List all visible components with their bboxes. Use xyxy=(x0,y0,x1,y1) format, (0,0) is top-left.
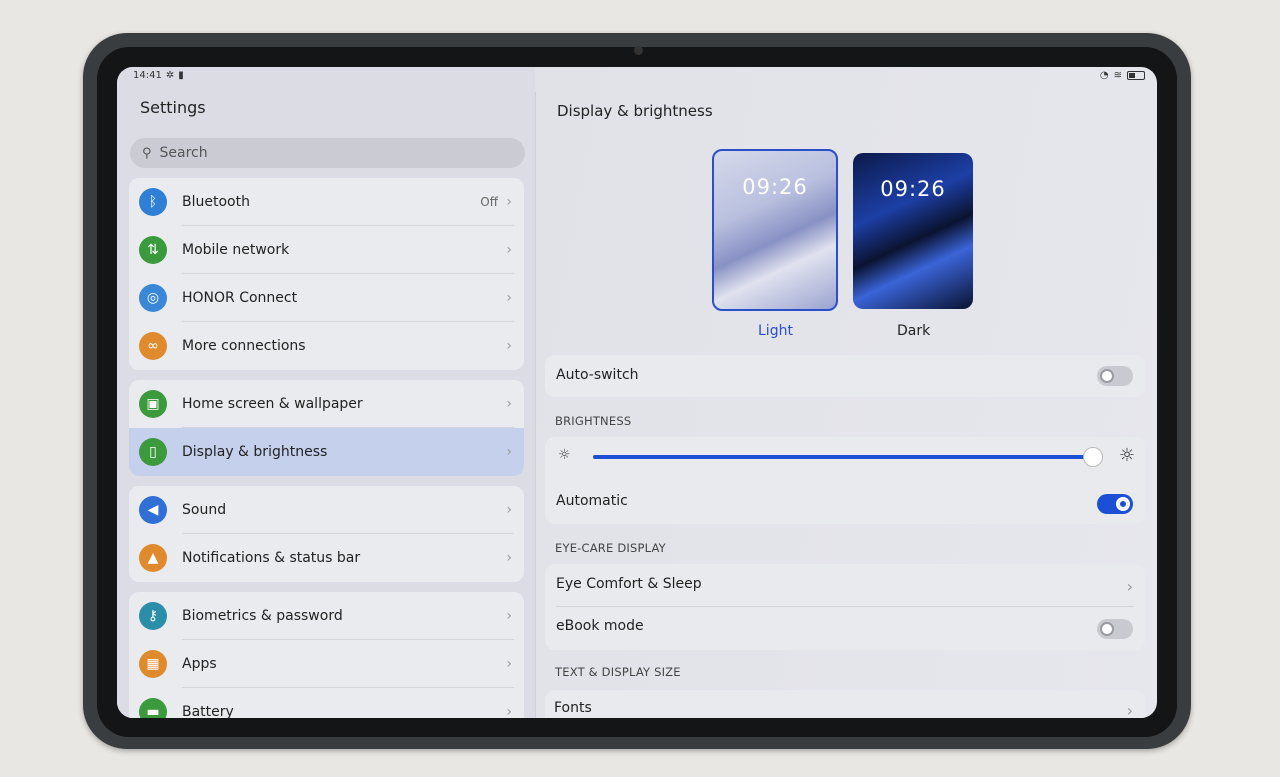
sun-small-icon: ☼ xyxy=(558,447,571,463)
sidebar-item-home-screen-wallpaper[interactable]: ▣ Home screen & wallpaper › xyxy=(129,380,524,428)
sidebar-title: Settings xyxy=(140,98,206,117)
brightness-slider[interactable] xyxy=(593,447,1103,467)
auto-switch-row[interactable]: Auto-switch xyxy=(545,355,1145,397)
sidebar-item-label: Display & brightness xyxy=(182,444,328,460)
settings-group: ◀ Sound › ▲ Notifications & status bar › xyxy=(129,486,524,582)
chevron-right-icon: › xyxy=(506,194,512,210)
ebook-mode-label: eBook mode xyxy=(556,618,644,634)
sidebar-item-label: Battery xyxy=(182,704,234,718)
speaker-icon: ◀ xyxy=(139,496,167,524)
chevron-right-icon: › xyxy=(1126,701,1133,718)
sidebar-item-notifications-status-bar[interactable]: ▲ Notifications & status bar › xyxy=(129,534,524,582)
theme-dark-label[interactable]: Dark xyxy=(897,323,930,339)
chevron-right-icon: › xyxy=(506,396,512,412)
ebook-mode-toggle[interactable] xyxy=(1097,619,1133,639)
automatic-brightness-toggle[interactable] xyxy=(1097,494,1133,514)
chevron-right-icon: › xyxy=(506,550,512,566)
front-camera xyxy=(634,46,643,55)
sidebar-item-label: Bluetooth xyxy=(182,194,250,210)
status-bar-right: ◔ ≋ xyxy=(1100,70,1145,81)
speed-icon: ◔ xyxy=(1099,70,1109,81)
sun-large-icon: ☼ xyxy=(1118,445,1135,466)
sidebar-item-label: Notifications & status bar xyxy=(182,550,361,566)
search-placeholder: Search xyxy=(159,145,208,161)
wallpaper-icon: ▣ xyxy=(139,390,167,418)
chevron-right-icon: › xyxy=(506,656,512,672)
text-size-section-label: TEXT & DISPLAY SIZE xyxy=(555,665,681,679)
mobile-data-icon: ⇅ xyxy=(139,236,167,264)
chevron-right-icon: › xyxy=(506,502,512,518)
theme-light-label[interactable]: Light xyxy=(758,323,793,339)
eye-comfort-label: Eye Comfort & Sleep xyxy=(556,576,702,592)
chevron-right-icon: › xyxy=(506,608,512,624)
sidebar-item-sound[interactable]: ◀ Sound › xyxy=(129,486,524,534)
sidebar-item-label: Biometrics & password xyxy=(182,608,343,624)
sidebar-item-display-brightness[interactable]: ▯ Display & brightness › xyxy=(129,428,524,476)
sidebar-item-label: Home screen & wallpaper xyxy=(182,396,363,412)
chevron-right-icon: › xyxy=(506,338,512,354)
bluetooth-icon: ᛒ xyxy=(139,188,167,216)
brightness-slider-handle[interactable] xyxy=(1083,447,1103,467)
sidebar-item-label: Sound xyxy=(182,502,227,518)
chevron-right-icon: › xyxy=(506,704,512,718)
bell-icon: ▲ xyxy=(139,544,167,572)
chevron-right-icon: › xyxy=(506,290,512,306)
chevron-right-icon: › xyxy=(506,444,512,460)
sidebar-item-bluetooth[interactable]: ᛒ Bluetooth Off › xyxy=(129,178,524,226)
chevron-right-icon: › xyxy=(1126,577,1133,596)
sidebar-item-label: More connections xyxy=(182,338,306,354)
settings-group: ▣ Home screen & wallpaper › ▯ Display & brig… xyxy=(129,380,524,476)
chevron-right-icon: › xyxy=(506,242,512,258)
key-icon: ⚷ xyxy=(139,602,167,630)
status-bar-left: 14:41 ✲ ▮ xyxy=(133,70,184,81)
search-icon: ⚲ xyxy=(142,145,152,161)
theme-light-preview[interactable]: 09:26 xyxy=(712,149,838,311)
sidebar-item-honor-connect[interactable]: ◎ HONOR Connect › xyxy=(129,274,524,322)
battery-icon: ▬ xyxy=(139,698,167,718)
sidebar-item-label: Apps xyxy=(182,656,217,672)
display-icon: ▯ xyxy=(139,438,167,466)
screen: 14:41 ✲ ▮ ◔ ≋ Settings ⚲ Search ᛒ Bluetoo… xyxy=(117,67,1157,718)
battery-saver-icon: ▮ xyxy=(178,70,184,81)
brightness-section-label: BRIGHTNESS xyxy=(555,414,632,428)
sidebar-item-biometrics-password[interactable]: ⚷ Biometrics & password › xyxy=(129,592,524,640)
sidebar-item-label: HONOR Connect xyxy=(182,290,298,306)
search-input[interactable]: ⚲ Search xyxy=(130,138,525,168)
wifi-icon: ≋ xyxy=(1113,70,1122,81)
light-preview-time: 09:26 xyxy=(742,175,808,199)
sidebar-item-apps[interactable]: ▦ Apps › xyxy=(129,640,524,688)
link-icon: ∞ xyxy=(139,332,167,360)
sidebar-item-battery[interactable]: ▬ Battery › xyxy=(129,688,524,718)
pane-divider xyxy=(535,92,536,718)
fonts-label: Fonts xyxy=(554,700,592,716)
sidebar-item-value: Off xyxy=(480,195,498,209)
fonts-row[interactable]: Fonts › xyxy=(545,690,1145,718)
sidebar-item-mobile-network[interactable]: ⇅ Mobile network › xyxy=(129,226,524,274)
theme-dark-preview[interactable]: 09:26 xyxy=(853,153,973,309)
dark-preview-time: 09:26 xyxy=(880,177,946,201)
status-time: 14:41 xyxy=(133,70,162,81)
eye-comfort-row[interactable]: Eye Comfort & Sleep › xyxy=(545,564,1145,607)
settings-group: ⚷ Biometrics & password › ▦ Apps › ▬ Battery › xyxy=(129,592,524,718)
sidebar-item-more-connections[interactable]: ∞ More connections › xyxy=(129,322,524,370)
sidebar-item-label: Mobile network xyxy=(182,242,290,258)
battery-icon xyxy=(1127,71,1145,80)
page-title: Display & brightness xyxy=(557,102,713,120)
auto-switch-label: Auto-switch xyxy=(556,367,639,383)
settings-group: ᛒ Bluetooth Off › ⇅ Mobile network › ◎ HONOR Con… xyxy=(129,178,524,370)
brightness-card: ☼ ☼ Automatic xyxy=(545,437,1145,524)
apps-icon: ▦ xyxy=(139,650,167,678)
eye-care-section-label: EYE-CARE DISPLAY xyxy=(555,541,666,555)
auto-switch-toggle[interactable] xyxy=(1097,366,1133,386)
gear-icon: ✲ xyxy=(165,70,175,81)
eye-care-card: Eye Comfort & Sleep › eBook mode xyxy=(545,564,1145,650)
honor-connect-icon: ◎ xyxy=(139,284,167,312)
automatic-label: Automatic xyxy=(556,493,628,509)
